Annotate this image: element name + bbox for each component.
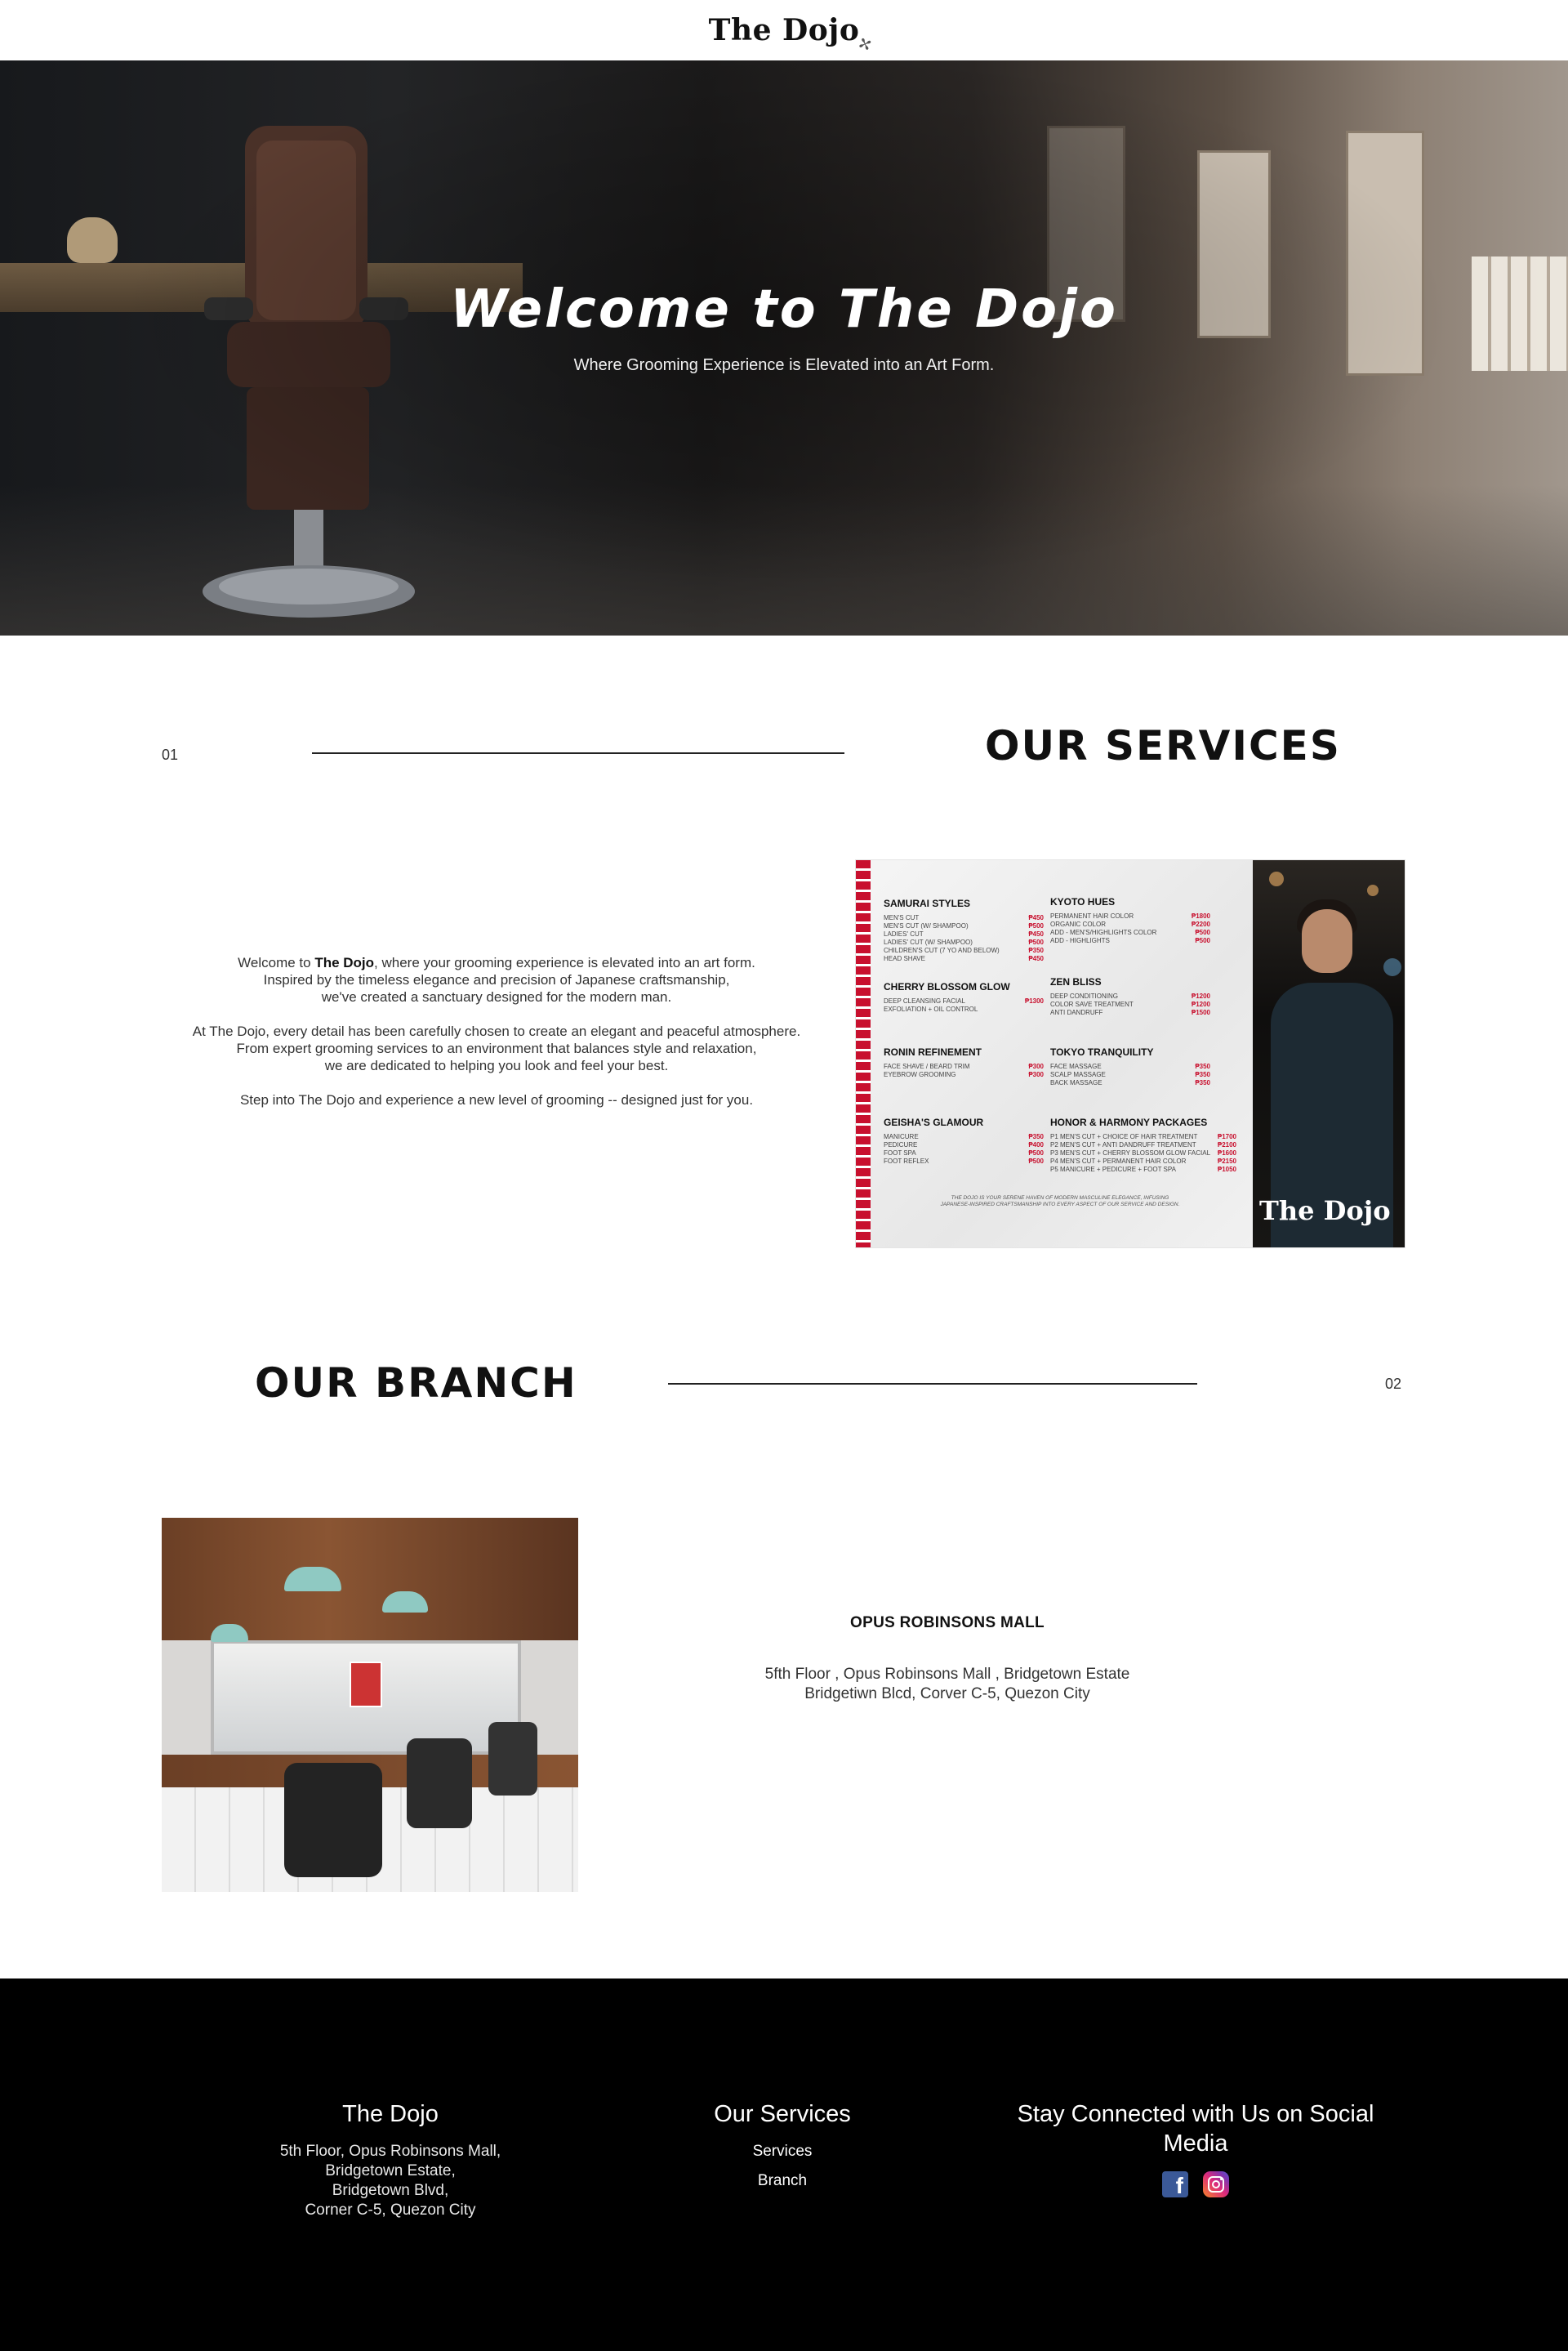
- branch-address-line-1: 5fth Floor , Opus Robinsons Mall , Bridg…: [764, 1666, 1130, 1683]
- menu-category: HONOR & HARMONY PACKAGES P1 MEN'S CUT + …: [1050, 1117, 1236, 1173]
- menu-decorative-border: [856, 860, 871, 1247]
- menu-item: ADD - MEN'S/HIGHLIGHTS COLOR ₱500: [1050, 929, 1210, 936]
- menu-category: KYOTO HUES PERMANENT HAIR COLOR ₱1800 ORG…: [1050, 896, 1210, 944]
- menu-item: MEN'S CUT ₱450: [884, 914, 1044, 921]
- menu-category: CHERRY BLOSSOM GLOW DEEP CLEANSING FACIA…: [884, 981, 1044, 1013]
- menu-item: BACK MASSAGE ₱350: [1050, 1079, 1210, 1086]
- menu-item: DEEP CONDITIONING ₱1200: [1050, 993, 1210, 1000]
- footer-address-line: Bridgetown Estate,: [325, 2162, 456, 2179]
- site-header: The Dojo ✢: [0, 0, 1568, 60]
- footer-about-column: The Dojo 5th Floor, Opus Robinsons Mall,…: [227, 2099, 554, 2220]
- intro-brand-name: The Dojo: [314, 955, 375, 970]
- services-divider-line: [312, 752, 844, 754]
- menu-item: LADIES' CUT (W/ SHAMPOO) ₱500: [884, 939, 1044, 946]
- services-intro: Welcome to The Dojo, where your grooming…: [162, 954, 831, 1126]
- intro-paragraph-2: At The Dojo, every detail has been caref…: [192, 1024, 801, 1073]
- branch-divider-line: [668, 1383, 1197, 1385]
- menu-item: P4 MEN'S CUT + PERMANENT HAIR COLOR ₱2150: [1050, 1158, 1236, 1165]
- site-logo[interactable]: The Dojo ✢: [708, 13, 876, 56]
- menu-item: ANTI DANDRUFF ₱1500: [1050, 1009, 1210, 1016]
- footer-social-column: Stay Connected with Us on Social Media f: [991, 2099, 1400, 2198]
- menu-item: LADIES' CUT ₱450: [884, 930, 1044, 938]
- intro-paragraph-1: Welcome to The Dojo, where your grooming…: [238, 955, 755, 1005]
- menu-item: MANICURE ₱350: [884, 1133, 1044, 1140]
- footer-address-line: 5th Floor, Opus Robinsons Mall,: [279, 2143, 501, 2160]
- footer-services-column: Our Services Services Branch: [660, 2099, 905, 2196]
- menu-item: ADD - HIGHLIGHTS ₱500: [1050, 937, 1210, 944]
- menu-item: MEN'S CUT (W/ SHAMPOO) ₱500: [884, 922, 1044, 930]
- menu-item: P1 MEN'S CUT + CHOICE OF HAIR TREATMENT ₱…: [1050, 1133, 1236, 1140]
- menu-model-photo: The Dojo: [1253, 860, 1405, 1247]
- branch-section-number: 02: [1385, 1376, 1402, 1392]
- menu-item: PERMANENT HAIR COLOR ₱1800: [1050, 912, 1210, 920]
- menu-item: P3 MEN'S CUT + CHERRY BLOSSOM GLOW FACIA…: [1050, 1149, 1236, 1157]
- menu-item: P5 MANICURE + PEDICURE + FOOT SPA ₱1050: [1050, 1166, 1236, 1173]
- menu-item: P2 MEN'S CUT + ANTI DANDRUFF TREATMENT ₱2…: [1050, 1141, 1236, 1149]
- menu-item: EXFOLIATION + OIL CONTROL: [884, 1006, 978, 1013]
- branch-interior-photo: [162, 1518, 578, 1892]
- menu-item: FACE SHAVE / BEARD TRIM ₱300: [884, 1063, 1044, 1070]
- footer-link-branch[interactable]: Branch: [660, 2166, 905, 2196]
- menu-item: COLOR SAVE TREATMENT ₱1200: [1050, 1001, 1210, 1008]
- services-section-title: OUR SERVICES: [985, 722, 1341, 770]
- model-face: [1302, 909, 1352, 973]
- menu-item: FOOT REFLEX ₱500: [884, 1158, 1044, 1165]
- hero-vignette: [0, 60, 1568, 636]
- services-menu-image: SAMURAI STYLES MEN'S CUT ₱450 MEN'S CUT (…: [856, 860, 1405, 1247]
- hero-banner: Welcome to The Dojo Where Grooming Exper…: [0, 60, 1568, 636]
- branch-name: OPUS ROBINSONS MALL: [850, 1614, 1045, 1631]
- menu-item: PEDICURE ₱400: [884, 1141, 1044, 1149]
- footer-link-services[interactable]: Services: [660, 2137, 905, 2166]
- menu-item: DEEP CLEANSING FACIAL ₱1300: [884, 997, 1044, 1005]
- menu-category: SAMURAI STYLES MEN'S CUT ₱450 MEN'S CUT (…: [884, 898, 1044, 962]
- menu-item: CHILDREN'S CUT (7 YO AND BELOW) ₱350: [884, 947, 1044, 954]
- menu-item: HEAD SHAVE ₱450: [884, 955, 1044, 962]
- hero-title: Welcome to The Dojo: [450, 279, 1118, 340]
- menu-category: ZEN BLISS DEEP CONDITIONING ₱1200 COLOR S…: [1050, 976, 1210, 1016]
- branch-section-title: OUR BRANCH: [255, 1359, 577, 1407]
- menu-price-list: SAMURAI STYLES MEN'S CUT ₱450 MEN'S CUT (…: [856, 860, 1253, 1247]
- menu-item: ORGANIC COLOR ₱2200: [1050, 921, 1210, 928]
- menu-category: GEISHA'S GLAMOUR MANICURE ₱350 PEDICURE ₱4…: [884, 1117, 1044, 1165]
- menu-item: EYEBROW GROOMING ₱300: [884, 1071, 1044, 1078]
- menu-category: TOKYO TRANQUILITY FACE MASSAGE ₱350 SCALP…: [1050, 1046, 1210, 1086]
- menu-item: FOOT SPA ₱500: [884, 1149, 1044, 1157]
- footer-services-title: Our Services: [714, 2101, 851, 2127]
- site-logo-text: The Dojo: [708, 13, 860, 47]
- footer-brand-title: The Dojo: [342, 2101, 439, 2127]
- menu-item: SCALP MASSAGE ₱350: [1050, 1071, 1210, 1078]
- logo-brush-mark: ✢: [854, 32, 876, 56]
- branch-address: 5fth Floor , Opus Robinsons Mall , Bridg…: [735, 1665, 1160, 1704]
- site-footer: The Dojo 5th Floor, Opus Robinsons Mall,…: [0, 1978, 1568, 2351]
- footer-social-title: Stay Connected with Us on Social Media: [1017, 2101, 1374, 2157]
- footer-address-line: Corner C-5, Quezon City: [305, 2202, 476, 2219]
- menu-brand-logo: The Dojo: [1259, 1195, 1391, 1226]
- branch-address-line-2: Bridgetiwn Blcd, Corver C-5, Quezon City: [804, 1685, 1090, 1702]
- menu-item: FACE MASSAGE ₱350: [1050, 1063, 1210, 1070]
- footer-address-line: Bridgetown Blvd,: [332, 2182, 449, 2199]
- social-icons: f: [991, 2171, 1400, 2198]
- intro-paragraph-3: Step into The Dojo and experience a new …: [239, 1092, 754, 1108]
- services-section-number: 01: [162, 747, 179, 763]
- menu-category: RONIN REFINEMENT FACE SHAVE / BEARD TRIM…: [884, 1046, 1044, 1078]
- facebook-icon[interactable]: f: [1162, 2171, 1188, 2198]
- hero-subtitle: Where Grooming Experience is Elevated in…: [573, 356, 995, 374]
- instagram-icon[interactable]: [1203, 2171, 1229, 2197]
- menu-footnote: THE DOJO IS YOUR SERENE HAVEN OF MODERN …: [940, 1195, 1180, 1207]
